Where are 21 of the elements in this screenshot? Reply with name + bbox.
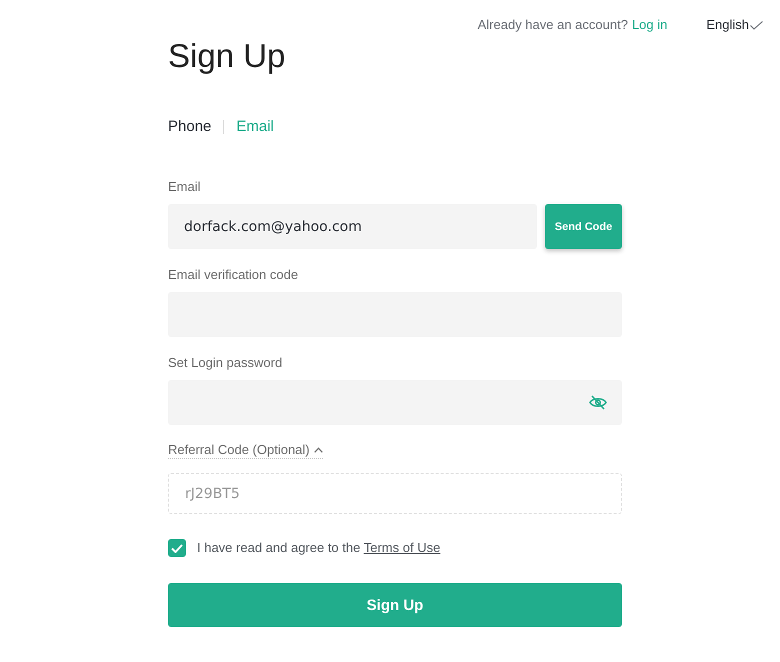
sign-up-button[interactable]: Sign Up <box>168 583 622 627</box>
field-label: Set Login password <box>168 354 284 372</box>
checkbox[interactable] <box>168 539 186 557</box>
checkmark-icon <box>171 544 183 552</box>
check-icon <box>750 20 763 30</box>
page-title: Sign Up <box>168 36 286 76</box>
password-field[interactable] <box>168 380 622 425</box>
tab[interactable]: Phone <box>168 117 212 137</box>
terms-link[interactable]: Terms of Use <box>364 540 440 555</box>
field-label: Email <box>168 178 202 196</box>
tab[interactable]: Email <box>236 117 274 137</box>
login-link[interactable]: Log in <box>632 17 668 33</box>
eye-off-icon[interactable] <box>589 395 607 410</box>
field-label: Email verification code <box>168 266 300 284</box>
account-prompt: Already have an account? <box>478 17 628 33</box>
referral-code-field[interactable]: rJ29BT5 <box>168 473 622 514</box>
language-selector[interactable]: English <box>706 17 763 33</box>
email-field[interactable]: dorfack.com@yahoo.com <box>168 204 537 249</box>
agreement-text: I have read and agree to the Terms of Use <box>197 539 440 557</box>
referral-toggle[interactable]: Referral Code (Optional) <box>168 441 323 459</box>
send-code-button[interactable]: Send Code <box>545 204 622 249</box>
